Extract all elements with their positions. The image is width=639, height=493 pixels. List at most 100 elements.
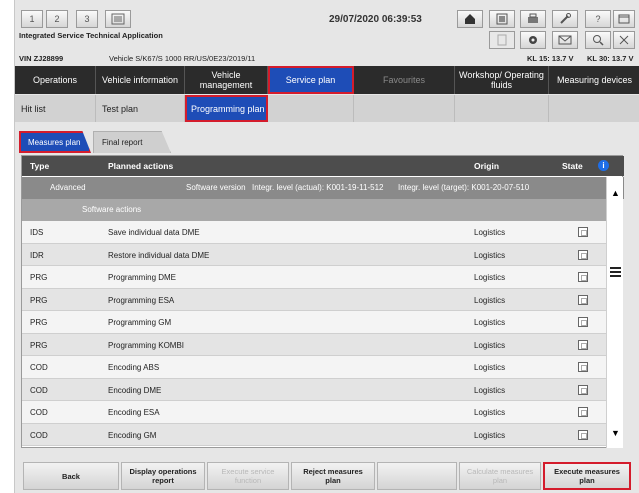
row-state-checkbox[interactable] [578, 249, 588, 260]
top-toolbar: 1 2 3 29/07/2020 06:39:53 ? [15, 8, 639, 30]
nav-workshop-operating-fluids[interactable]: Workshop/ Operating fluids [455, 66, 549, 94]
table-row[interactable]: PRG Programming DME Logistics [22, 266, 606, 289]
integration-level-target: Integr. level (target): K001-20-07-510 [398, 183, 530, 192]
advanced-integration-row: Advanced Software version Integr. level … [22, 177, 624, 199]
scroll-up-arrow-icon[interactable]: ▲ [610, 187, 621, 198]
vin-label: VIN ZJ28899 [19, 54, 64, 63]
row-origin: Logistics [474, 318, 506, 327]
search-zoom-icon[interactable] [585, 31, 611, 49]
plan-tabs: Measures plan Final report [19, 131, 173, 153]
calculate-measures-plan-button[interactable]: Calculate measures plan [459, 462, 541, 490]
main-navigation: Operations Vehicle information Vehicle m… [15, 66, 639, 94]
row-type: COD [30, 385, 48, 395]
footer-empty-slot [377, 462, 457, 490]
nav-vehicle-management[interactable]: Vehicle management [185, 66, 268, 94]
table-row[interactable]: PRG Programming KOMBI Logistics [22, 333, 606, 356]
action-footer: Back Display operations report Execute s… [15, 458, 639, 493]
back-button[interactable]: Back [23, 462, 119, 490]
row-state-checkbox[interactable] [578, 227, 588, 237]
info-icon[interactable]: i [598, 160, 609, 171]
software-actions-section: Software actions [22, 199, 606, 221]
section-label: Software actions [82, 205, 142, 214]
scroll-thumb-handle[interactable] [610, 267, 621, 277]
row-type: IDR [30, 250, 44, 260]
tab-final-report[interactable]: Final report [93, 131, 171, 153]
table-scrollbar[interactable]: ▲ ▼ [606, 177, 623, 448]
table-rows: IDS Save individual data DME Logistics I… [22, 221, 606, 446]
display-operations-report-button[interactable]: Display operations report [121, 462, 205, 490]
session-1-button[interactable]: 1 [21, 10, 43, 28]
header-state: State [562, 161, 583, 171]
header-origin: Origin [474, 161, 500, 171]
subnav-test-plan[interactable]: Test plan [96, 95, 185, 122]
scroll-down-arrow-icon[interactable]: ▼ [610, 427, 621, 438]
row-state-checkbox[interactable] [578, 272, 588, 282]
nav-operations[interactable]: Operations [15, 66, 96, 94]
subnav-programming-plan[interactable]: Programming plan [185, 95, 268, 122]
session-3-button[interactable]: 3 [76, 10, 98, 28]
window-icon[interactable] [613, 10, 635, 28]
row-action: Restore individual data DME [108, 250, 210, 260]
integration-level-actual: Integr. level (actual): K001-19-11-512 [252, 183, 384, 192]
table-row[interactable]: PRG Programming ESA Logistics [22, 288, 606, 311]
row-state-checkbox[interactable] [578, 339, 588, 350]
table-row[interactable]: IDS Save individual data DME Logistics [22, 221, 606, 244]
row-type: PRG [30, 340, 48, 350]
row-action: Save individual data DME [108, 228, 200, 237]
list-icon[interactable] [105, 10, 131, 28]
row-action: Programming GM [108, 318, 172, 327]
row-state-checkbox[interactable] [578, 429, 588, 440]
subnav-empty-2 [354, 95, 455, 122]
wrench-icon[interactable] [552, 10, 578, 28]
document-icon[interactable] [489, 31, 515, 49]
application-title: Integrated Service Technical Application [19, 31, 163, 40]
row-state-checkbox[interactable] [578, 384, 588, 395]
kl15-voltage: KL 15: 13.7 V [527, 54, 574, 63]
app-info-row: Integrated Service Technical Application [15, 30, 639, 52]
row-origin: Logistics [474, 295, 506, 305]
software-version-label: Software version [186, 183, 246, 192]
row-type: COD [30, 430, 48, 440]
row-action: Encoding ABS [108, 363, 160, 372]
settings-gear-icon[interactable] [520, 31, 546, 49]
subnav-empty-4 [549, 95, 639, 122]
table-row[interactable]: COD Encoding ABS Logistics [22, 356, 606, 379]
session-2-button[interactable]: 2 [46, 10, 68, 28]
row-origin: Logistics [474, 363, 506, 372]
row-type: IDS [30, 228, 44, 237]
sub-navigation: Hit list Test plan Programming plan [15, 95, 639, 122]
home-icon[interactable] [457, 10, 483, 28]
mail-icon[interactable] [552, 31, 578, 49]
table-row[interactable]: IDR Restore individual data DME Logistic… [22, 243, 606, 266]
row-action: Encoding GM [108, 430, 157, 440]
close-icon[interactable] [613, 31, 635, 49]
row-type: COD [30, 408, 48, 417]
table-row[interactable]: COD Encoding ESA Logistics [22, 401, 606, 424]
row-origin: Logistics [474, 385, 506, 395]
nav-vehicle-information[interactable]: Vehicle information [96, 66, 185, 94]
vehicle-status-icon[interactable] [489, 10, 515, 28]
row-state-checkbox[interactable] [578, 362, 588, 372]
subnav-empty-3 [455, 95, 549, 122]
reject-measures-plan-button[interactable]: Reject measures plan [291, 462, 375, 490]
subnav-hit-list[interactable]: Hit list [15, 95, 96, 122]
print-icon[interactable] [520, 10, 546, 28]
row-origin: Logistics [474, 250, 506, 260]
execute-service-function-button[interactable]: Execute service function [207, 462, 289, 490]
table-row[interactable]: COD Encoding GM Logistics [22, 423, 606, 446]
row-origin: Logistics [474, 273, 506, 282]
help-icon[interactable]: ? [585, 10, 611, 28]
row-state-checkbox[interactable] [578, 317, 588, 327]
row-action: Programming DME [108, 273, 177, 282]
row-state-checkbox[interactable] [578, 407, 588, 417]
row-state-checkbox[interactable] [578, 294, 588, 305]
table-row[interactable]: PRG Programming GM Logistics [22, 311, 606, 334]
execute-measures-plan-button[interactable]: Execute measures plan [543, 462, 631, 490]
nav-favourites[interactable]: Favourites [354, 66, 455, 94]
tab-measures-plan[interactable]: Measures plan [19, 131, 91, 153]
header-planned-actions: Planned actions [108, 161, 174, 171]
nav-service-plan[interactable]: Service plan [268, 66, 354, 94]
table-row[interactable]: COD Encoding DME Logistics [22, 378, 606, 401]
nav-measuring-devices[interactable]: Measuring devices [549, 66, 639, 94]
date-time-display: 29/07/2020 06:39:53 [329, 14, 422, 25]
